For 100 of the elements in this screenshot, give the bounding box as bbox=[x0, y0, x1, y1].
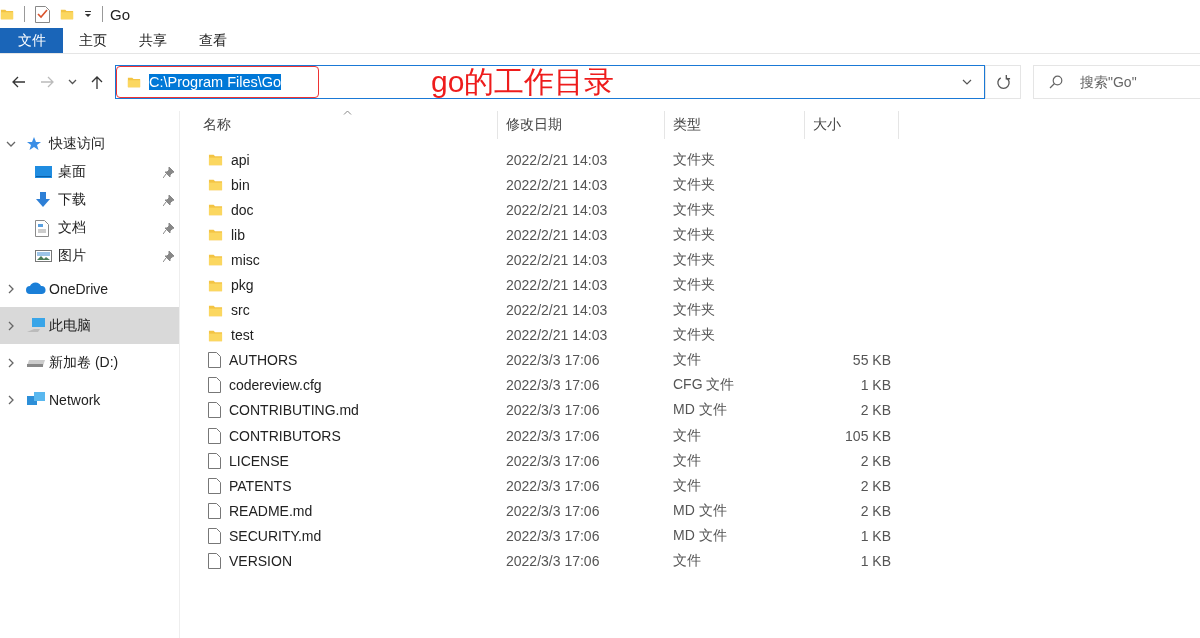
sidebar-item[interactable]: 快速访问 bbox=[0, 130, 179, 158]
file-name[interactable]: lib bbox=[231, 226, 245, 243]
column-header[interactable]: 类型 bbox=[665, 111, 805, 139]
file-type: 文件 bbox=[673, 552, 701, 569]
computer-icon bbox=[26, 317, 46, 334]
file-size: 1 KB bbox=[860, 553, 891, 570]
folder-icon bbox=[127, 75, 141, 89]
modified-date: 2022/3/3 17:06 bbox=[506, 427, 600, 444]
properties-icon[interactable] bbox=[35, 5, 50, 23]
modified-date: 2022/2/21 14:03 bbox=[506, 277, 608, 293]
file-icon bbox=[208, 477, 221, 494]
file-size: 105 KB bbox=[845, 427, 891, 444]
file-name[interactable]: doc bbox=[231, 201, 254, 218]
file-name[interactable]: README.md bbox=[229, 502, 313, 519]
file-type: 文件夹 bbox=[673, 200, 715, 217]
modified-date: 2022/2/21 14:03 bbox=[506, 226, 608, 243]
file-icon bbox=[208, 502, 221, 519]
back-arrow-icon[interactable] bbox=[12, 76, 26, 88]
sidebar-item[interactable]: 文档 bbox=[0, 214, 179, 242]
file-type: CFG 文件 bbox=[673, 376, 735, 393]
file-name[interactable]: api bbox=[231, 151, 250, 168]
chevron-right-icon[interactable] bbox=[6, 394, 16, 405]
sidebar-item[interactable]: OneDrive bbox=[0, 270, 179, 307]
desktop-icon bbox=[35, 165, 52, 179]
file-type: 文件夹 bbox=[673, 175, 715, 192]
sidebar-item[interactable]: Network bbox=[0, 381, 179, 418]
modified-date: 2022/3/3 17:06 bbox=[506, 502, 600, 519]
address-path[interactable]: C:\Program Files\Go bbox=[149, 74, 282, 90]
download-icon bbox=[35, 192, 51, 208]
up-arrow-icon[interactable] bbox=[91, 74, 103, 90]
file-size: 2 KB bbox=[860, 452, 891, 469]
file-menu-tab[interactable]: 文件 bbox=[0, 28, 63, 53]
pictures-icon bbox=[35, 249, 52, 263]
modified-date: 2022/2/21 14:03 bbox=[506, 176, 608, 193]
file-size: 2 KB bbox=[860, 402, 891, 419]
modified-date: 2022/3/3 17:06 bbox=[506, 377, 600, 394]
folder-icon bbox=[208, 152, 223, 168]
file-name[interactable]: misc bbox=[231, 251, 260, 268]
file-name[interactable]: CONTRIBUTORS bbox=[229, 427, 341, 444]
search-field[interactable]: 搜索"Go" bbox=[1033, 65, 1200, 99]
modified-date: 2022/3/3 17:06 bbox=[506, 477, 600, 494]
file-type: 文件夹 bbox=[673, 326, 715, 343]
sidebar-item[interactable]: 图片 bbox=[0, 242, 179, 270]
file-name[interactable]: src bbox=[231, 302, 250, 319]
chevron-right-icon[interactable] bbox=[6, 320, 16, 331]
file-icon bbox=[208, 427, 221, 444]
file-name[interactable]: AUTHORS bbox=[229, 352, 298, 369]
recent-chevron-icon[interactable] bbox=[68, 79, 77, 85]
refresh-icon bbox=[995, 74, 1011, 90]
sidebar-label: 快速访问 bbox=[49, 135, 105, 153]
chevron-right-icon[interactable] bbox=[6, 357, 16, 368]
file-icon bbox=[208, 452, 221, 469]
address-bar[interactable]: C:\Program Files\Go go的工作目录 bbox=[115, 65, 985, 99]
file-size: 2 KB bbox=[860, 477, 891, 494]
sidebar-label: 文档 bbox=[58, 219, 87, 237]
dropdown-icon[interactable] bbox=[84, 10, 92, 18]
ribbon-tab[interactable]: 主页 bbox=[63, 28, 123, 53]
file-size: 1 KB bbox=[860, 527, 891, 544]
chevron-down-icon[interactable] bbox=[962, 79, 972, 85]
column-header[interactable]: 大小 bbox=[805, 111, 899, 139]
column-header[interactable]: 修改日期 bbox=[498, 111, 665, 139]
sidebar-item[interactable]: 新加卷 (D:) bbox=[0, 344, 179, 381]
file-name[interactable]: VERSION bbox=[229, 553, 292, 570]
ribbon-tab[interactable]: 共享 bbox=[123, 28, 183, 53]
chevron-right-icon[interactable] bbox=[6, 283, 16, 294]
folder-icon bbox=[208, 177, 223, 193]
modified-date: 2022/3/3 17:06 bbox=[506, 527, 600, 544]
file-name[interactable]: codereview.cfg bbox=[229, 377, 322, 394]
modified-date: 2022/3/3 17:06 bbox=[506, 452, 600, 469]
search-icon bbox=[1049, 75, 1063, 89]
column-header[interactable]: 名称 bbox=[203, 111, 498, 139]
file-name[interactable]: test bbox=[231, 327, 254, 344]
star-icon bbox=[26, 136, 42, 152]
file-type: 文件夹 bbox=[673, 150, 715, 167]
sort-caret-icon bbox=[343, 110, 352, 115]
sidebar-item[interactable]: 桌面 bbox=[0, 158, 179, 186]
file-name[interactable]: LICENSE bbox=[229, 452, 289, 469]
file-name[interactable]: pkg bbox=[231, 277, 254, 293]
sidebar-item[interactable]: 下载 bbox=[0, 186, 179, 214]
modified-date: 2022/2/21 14:03 bbox=[506, 151, 608, 168]
modified-date: 2022/3/3 17:06 bbox=[506, 352, 600, 369]
sidebar-label: 此电脑 bbox=[49, 316, 91, 335]
refresh-button[interactable] bbox=[985, 65, 1021, 99]
document-icon bbox=[35, 219, 49, 237]
chevron-down-icon[interactable] bbox=[6, 139, 16, 149]
file-type: 文件夹 bbox=[673, 301, 715, 318]
file-type: 文件夹 bbox=[673, 225, 715, 242]
file-icon bbox=[208, 377, 221, 394]
file-name[interactable]: SECURITY.md bbox=[229, 527, 322, 544]
file-name[interactable]: CONTRIBUTING.md bbox=[229, 402, 359, 419]
sidebar-label: 图片 bbox=[58, 247, 87, 265]
modified-date: 2022/3/3 17:06 bbox=[506, 402, 600, 419]
file-name[interactable]: bin bbox=[231, 176, 250, 193]
file-name[interactable]: PATENTS bbox=[229, 477, 292, 494]
file-type: 文件 bbox=[673, 451, 701, 468]
file-size: 2 KB bbox=[860, 502, 891, 519]
network-icon bbox=[26, 391, 46, 408]
ribbon-tab[interactable]: 查看 bbox=[183, 28, 243, 53]
sidebar-item[interactable]: 此电脑 bbox=[0, 307, 179, 344]
modified-date: 2022/2/21 14:03 bbox=[506, 251, 608, 268]
